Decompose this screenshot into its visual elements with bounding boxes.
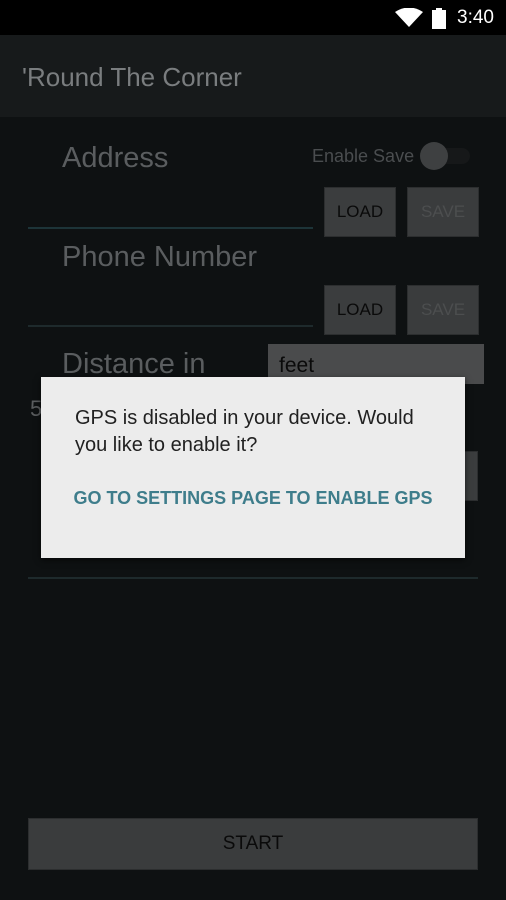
distance-underline bbox=[28, 577, 478, 579]
battery-icon bbox=[432, 8, 446, 29]
address-underline bbox=[28, 227, 313, 229]
go-to-settings-button[interactable]: GO TO SETTINGS PAGE TO ENABLE GPS bbox=[61, 486, 445, 510]
load-address-button[interactable]: LOAD bbox=[324, 187, 396, 237]
start-button[interactable]: START bbox=[28, 818, 478, 870]
wifi-icon bbox=[395, 8, 423, 27]
dialog-message: GPS is disabled in your device. Would yo… bbox=[75, 407, 414, 456]
address-field[interactable]: Address bbox=[62, 142, 168, 175]
save-phone-button[interactable]: SAVE bbox=[407, 285, 479, 335]
load-phone-button[interactable]: LOAD bbox=[324, 285, 396, 335]
enable-save-switch-thumb[interactable] bbox=[420, 142, 448, 170]
app-title: 'Round The Corner bbox=[22, 62, 242, 92]
status-bar: 3:40 bbox=[0, 0, 506, 35]
gps-disabled-dialog: GPS is disabled in your device. Would yo… bbox=[41, 377, 465, 558]
phone-underline bbox=[28, 325, 313, 327]
status-time: 3:40 bbox=[457, 7, 494, 28]
phone-number-field[interactable]: Phone Number bbox=[62, 241, 257, 274]
app-bar: 'Round The Corner bbox=[0, 35, 506, 117]
enable-save-label: Enable Save bbox=[312, 146, 415, 166]
save-address-button[interactable]: SAVE bbox=[407, 187, 479, 237]
